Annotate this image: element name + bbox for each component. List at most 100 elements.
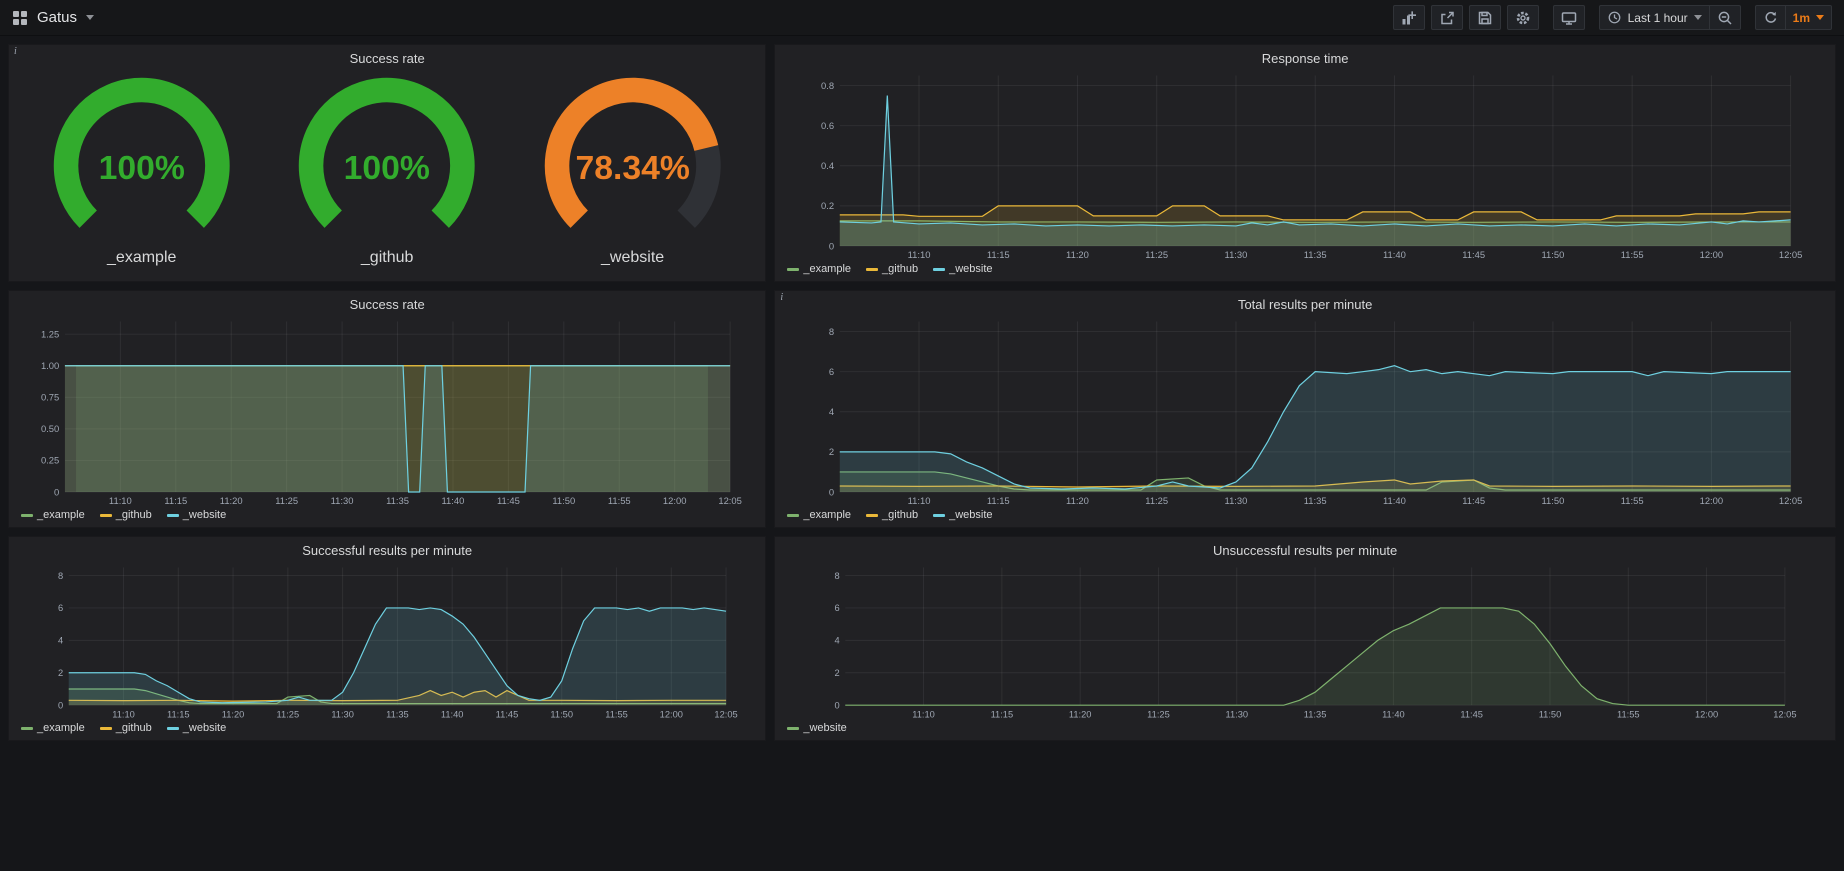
response-time-graph[interactable]: 11:1011:1511:2011:2511:3011:3511:4011:45… [775, 68, 1835, 262]
dashboard-dropdown-caret-icon[interactable] [86, 15, 94, 20]
legend-item-_example[interactable]: _example [787, 263, 851, 275]
panel-total-results: i Total results per minute 11:1011:1511:… [774, 290, 1836, 528]
x-tick-label: 11:55 [1621, 495, 1644, 506]
legend-item-_example[interactable]: _example [21, 509, 85, 521]
y-tick-label: 0.6 [821, 120, 834, 131]
legend-marker [933, 268, 945, 271]
series-area-_website [840, 366, 1791, 492]
legend-item-_website[interactable]: _website [167, 509, 226, 521]
y-tick-label: 0 [829, 486, 834, 497]
refresh-button[interactable] [1755, 5, 1786, 30]
x-tick-label: 11:55 [605, 709, 628, 719]
legend-total-results: _example _github _website [775, 508, 1835, 527]
navbar-left: Gatus [12, 9, 94, 26]
y-tick-label: 0.50 [41, 423, 59, 434]
gauge-value-text: 100% [344, 149, 430, 187]
legend-item-_github[interactable]: _github [100, 722, 152, 734]
x-tick-label: 11:35 [386, 709, 409, 719]
chart-area-success-rate[interactable]: 11:1011:1511:2011:2511:3011:3511:4011:45… [9, 314, 765, 508]
legend-item-_website[interactable]: _website [933, 263, 992, 275]
gauge-example[interactable]: 100% _example [19, 68, 264, 275]
x-tick-label: 11:15 [987, 249, 1010, 260]
legend-item-_github[interactable]: _github [866, 263, 918, 275]
y-tick-label: 0.8 [821, 80, 834, 91]
x-tick-label: 11:10 [913, 709, 936, 719]
info-icon[interactable]: i [14, 46, 17, 57]
x-tick-label: 11:25 [1148, 709, 1171, 719]
time-range-button[interactable]: Last 1 hour [1599, 5, 1710, 30]
y-tick-label: 6 [58, 603, 63, 613]
legend-item-_website[interactable]: _website [787, 722, 846, 734]
add-panel-icon [1401, 10, 1417, 26]
chart-area-successful-results[interactable]: 11:1011:1511:2011:2511:3011:3511:4011:45… [9, 560, 765, 721]
legend-label: _example [37, 509, 85, 521]
legend-response-time: _example _github _website [775, 262, 1835, 281]
legend-label: _website [183, 722, 226, 734]
chart-area-response-time[interactable]: 11:1011:1511:2011:2511:3011:3511:4011:45… [775, 68, 1835, 262]
panel-title-unsuccessful-results[interactable]: Unsuccessful results per minute [775, 537, 1835, 560]
legend-item-_example[interactable]: _example [21, 722, 85, 734]
x-tick-label: 11:40 [1383, 249, 1406, 260]
y-tick-label: 8 [829, 326, 834, 337]
panel-title-success-rate-gauges[interactable]: Success rate [9, 45, 765, 68]
save-button[interactable] [1469, 5, 1501, 30]
x-tick-label: 11:25 [275, 495, 298, 506]
x-tick-label: 12:05 [1779, 495, 1803, 506]
x-tick-label: 11:35 [1304, 249, 1327, 260]
legend-label: _website [803, 722, 846, 734]
add-panel-button[interactable] [1393, 5, 1425, 30]
settings-button[interactable] [1507, 5, 1539, 30]
x-tick-label: 11:40 [441, 709, 464, 719]
gauge-row: 100% _example 100% _github 78.34% _websi… [9, 68, 765, 281]
legend-marker [866, 514, 878, 517]
unsuccessful-results-graph[interactable]: 11:1011:1511:2011:2511:3011:3511:4011:45… [775, 560, 1835, 721]
legend-item-_github[interactable]: _github [866, 509, 918, 521]
info-icon[interactable]: i [780, 292, 783, 303]
panel-title-success-rate-graph[interactable]: Success rate [9, 291, 765, 314]
success-rate-graph[interactable]: 11:1011:1511:2011:2511:3011:3511:4011:45… [9, 314, 765, 508]
legend-marker [100, 514, 112, 517]
panel-title-successful-results[interactable]: Successful results per minute [9, 537, 765, 560]
legend-item-_github[interactable]: _github [100, 509, 152, 521]
panel-unsuccessful-results: Unsuccessful results per minute 11:10 11:… [774, 536, 1836, 741]
x-tick-label: 11:30 [331, 495, 354, 506]
successful-results-graph[interactable]: 11:1011:1511:2011:2511:3011:3511:4011:45… [9, 560, 765, 721]
share-button[interactable] [1431, 5, 1463, 30]
x-tick-label: 11:15 [987, 495, 1010, 506]
x-tick-label: 11:20 [1066, 495, 1089, 506]
y-tick-label: 2 [829, 446, 834, 457]
chart-area-unsuccessful-results[interactable]: 11:1011:1511:2011:2511:3011:3511:4011:45… [775, 560, 1835, 721]
legend-item-_website[interactable]: _website [167, 722, 226, 734]
dashboard-grid-icon[interactable] [12, 10, 28, 26]
gear-icon [1515, 10, 1531, 26]
y-tick-label: 0.75 [41, 392, 59, 403]
panel-title-total-results[interactable]: Total results per minute [775, 291, 1835, 314]
refresh-interval-button[interactable]: 1m [1786, 5, 1832, 30]
panel-title-response-time[interactable]: Response time [775, 45, 1835, 68]
gauge-website[interactable]: 78.34% _website [510, 68, 755, 275]
total-results-graph[interactable]: 11:1011:1511:2011:2511:3011:3511:4011:45… [775, 314, 1835, 508]
x-tick-label: 11:40 [1383, 495, 1406, 506]
time-range-caret-icon [1694, 15, 1702, 20]
x-tick-label: 11:15 [164, 495, 187, 506]
cycle-view-button[interactable] [1553, 5, 1585, 30]
chart-area-total-results[interactable]: 11:1011:1511:2011:2511:3011:3511:4011:45… [775, 314, 1835, 508]
legend-label: _example [803, 509, 851, 521]
legend-item-_website[interactable]: _website [933, 509, 992, 521]
zoom-out-button[interactable] [1710, 5, 1741, 30]
x-tick-label: 12:05 [714, 709, 737, 719]
legend-marker [933, 514, 945, 517]
x-tick-label: 11:50 [552, 495, 575, 506]
x-tick-label: 11:25 [277, 709, 300, 719]
legend-item-_example[interactable]: _example [787, 509, 851, 521]
dashboard-title[interactable]: Gatus [37, 9, 77, 26]
x-tick-label: 11:15 [167, 709, 190, 719]
x-tick-label: 12:00 [663, 495, 687, 506]
legend-marker [167, 514, 179, 517]
legend-marker [21, 514, 33, 517]
legend-marker [100, 727, 112, 730]
y-tick-label: 0 [835, 700, 840, 710]
x-tick-label: 11:20 [1069, 709, 1092, 719]
y-tick-label: 0 [58, 700, 63, 710]
gauge-github[interactable]: 100% _github [264, 68, 509, 275]
